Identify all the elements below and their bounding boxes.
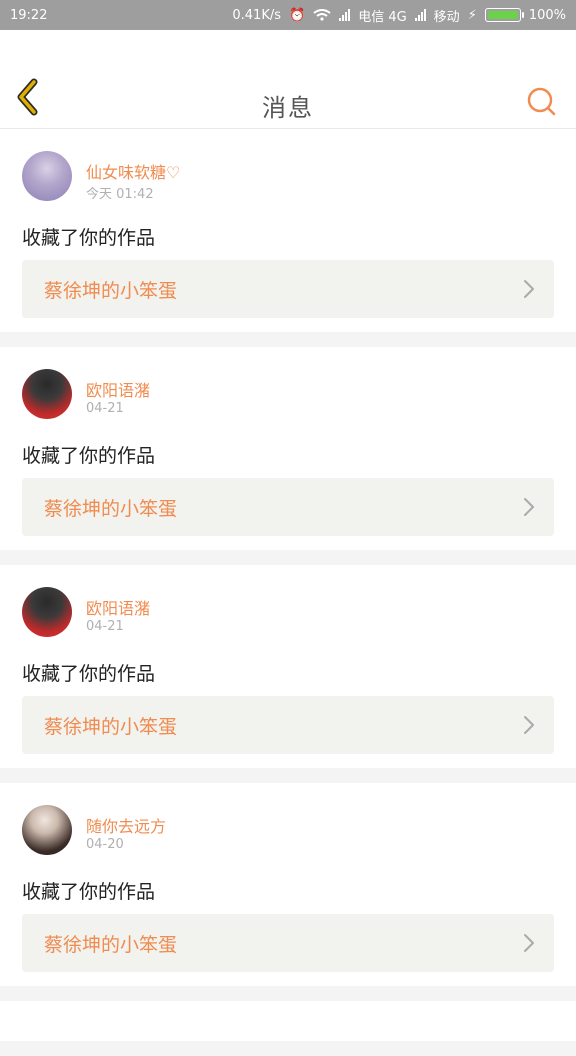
message-card-partial bbox=[0, 1001, 576, 1041]
work-title: 蔡徐坤的小笨蛋 bbox=[44, 715, 178, 738]
message-action: 收藏了你的作品 bbox=[22, 663, 156, 685]
message-time: 04-20 bbox=[86, 837, 124, 852]
message-time: 今天 01:42 bbox=[86, 187, 154, 202]
signal-icon bbox=[339, 9, 351, 21]
chevron-right-icon bbox=[524, 934, 534, 952]
message-action: 收藏了你的作品 bbox=[22, 445, 156, 467]
work-link[interactable]: 蔡徐坤的小笨蛋 bbox=[22, 478, 554, 536]
wifi-icon bbox=[313, 9, 331, 21]
message-time: 04-21 bbox=[86, 619, 124, 634]
status-time: 19:22 bbox=[10, 7, 48, 23]
battery-icon bbox=[484, 8, 524, 22]
message-card: 仙女味软糖♡ 今天 01:42 收藏了你的作品 蔡徐坤的小笨蛋 bbox=[0, 129, 576, 332]
message-list: 仙女味软糖♡ 今天 01:42 收藏了你的作品 蔡徐坤的小笨蛋 欧阳语潴 04-… bbox=[0, 129, 576, 1056]
work-link[interactable]: 蔡徐坤的小笨蛋 bbox=[22, 914, 554, 972]
carrier-2: 移动 bbox=[433, 9, 460, 25]
search-icon[interactable] bbox=[526, 86, 556, 116]
carrier-1: 电信 4G bbox=[358, 9, 407, 25]
app-bar: 消息 bbox=[0, 30, 576, 129]
status-right: 0.41K/s ⏰ 电信 4G 移动 ⚡ 100% bbox=[232, 6, 566, 25]
page-title: 消息 bbox=[262, 94, 314, 122]
charging-icon: ⚡ bbox=[467, 7, 477, 23]
avatar[interactable] bbox=[22, 587, 72, 637]
avatar[interactable] bbox=[22, 805, 72, 855]
status-bar: 19:22 0.41K/s ⏰ 电信 4G 移动 ⚡ 100% bbox=[0, 0, 576, 30]
work-link[interactable]: 蔡徐坤的小笨蛋 bbox=[22, 260, 554, 318]
net-speed: 0.41K/s bbox=[232, 7, 281, 23]
message-action: 收藏了你的作品 bbox=[22, 881, 156, 903]
avatar[interactable] bbox=[22, 151, 72, 201]
sender-name[interactable]: 随你去远方 bbox=[86, 813, 166, 837]
sender-name[interactable]: 仙女味软糖♡ bbox=[86, 159, 180, 183]
work-title: 蔡徐坤的小笨蛋 bbox=[44, 497, 178, 520]
work-title: 蔡徐坤的小笨蛋 bbox=[44, 933, 178, 956]
work-title: 蔡徐坤的小笨蛋 bbox=[44, 279, 178, 302]
work-link[interactable]: 蔡徐坤的小笨蛋 bbox=[22, 696, 554, 754]
message-time: 04-21 bbox=[86, 401, 124, 416]
message-action: 收藏了你的作品 bbox=[22, 227, 156, 249]
message-card: 欧阳语潴 04-21 收藏了你的作品 蔡徐坤的小笨蛋 bbox=[0, 347, 576, 550]
message-card: 欧阳语潴 04-21 收藏了你的作品 蔡徐坤的小笨蛋 bbox=[0, 565, 576, 768]
sender-name[interactable]: 欧阳语潴 bbox=[86, 377, 150, 401]
avatar[interactable] bbox=[22, 369, 72, 419]
message-card: 随你去远方 04-20 收藏了你的作品 蔡徐坤的小笨蛋 bbox=[0, 783, 576, 986]
signal-icon bbox=[414, 9, 426, 21]
chevron-right-icon bbox=[524, 716, 534, 734]
sender-name[interactable]: 欧阳语潴 bbox=[86, 595, 150, 619]
battery-percent: 100% bbox=[528, 7, 566, 23]
alarm-icon: ⏰ bbox=[289, 7, 306, 23]
chevron-right-icon bbox=[524, 498, 534, 516]
chevron-right-icon bbox=[524, 280, 534, 298]
